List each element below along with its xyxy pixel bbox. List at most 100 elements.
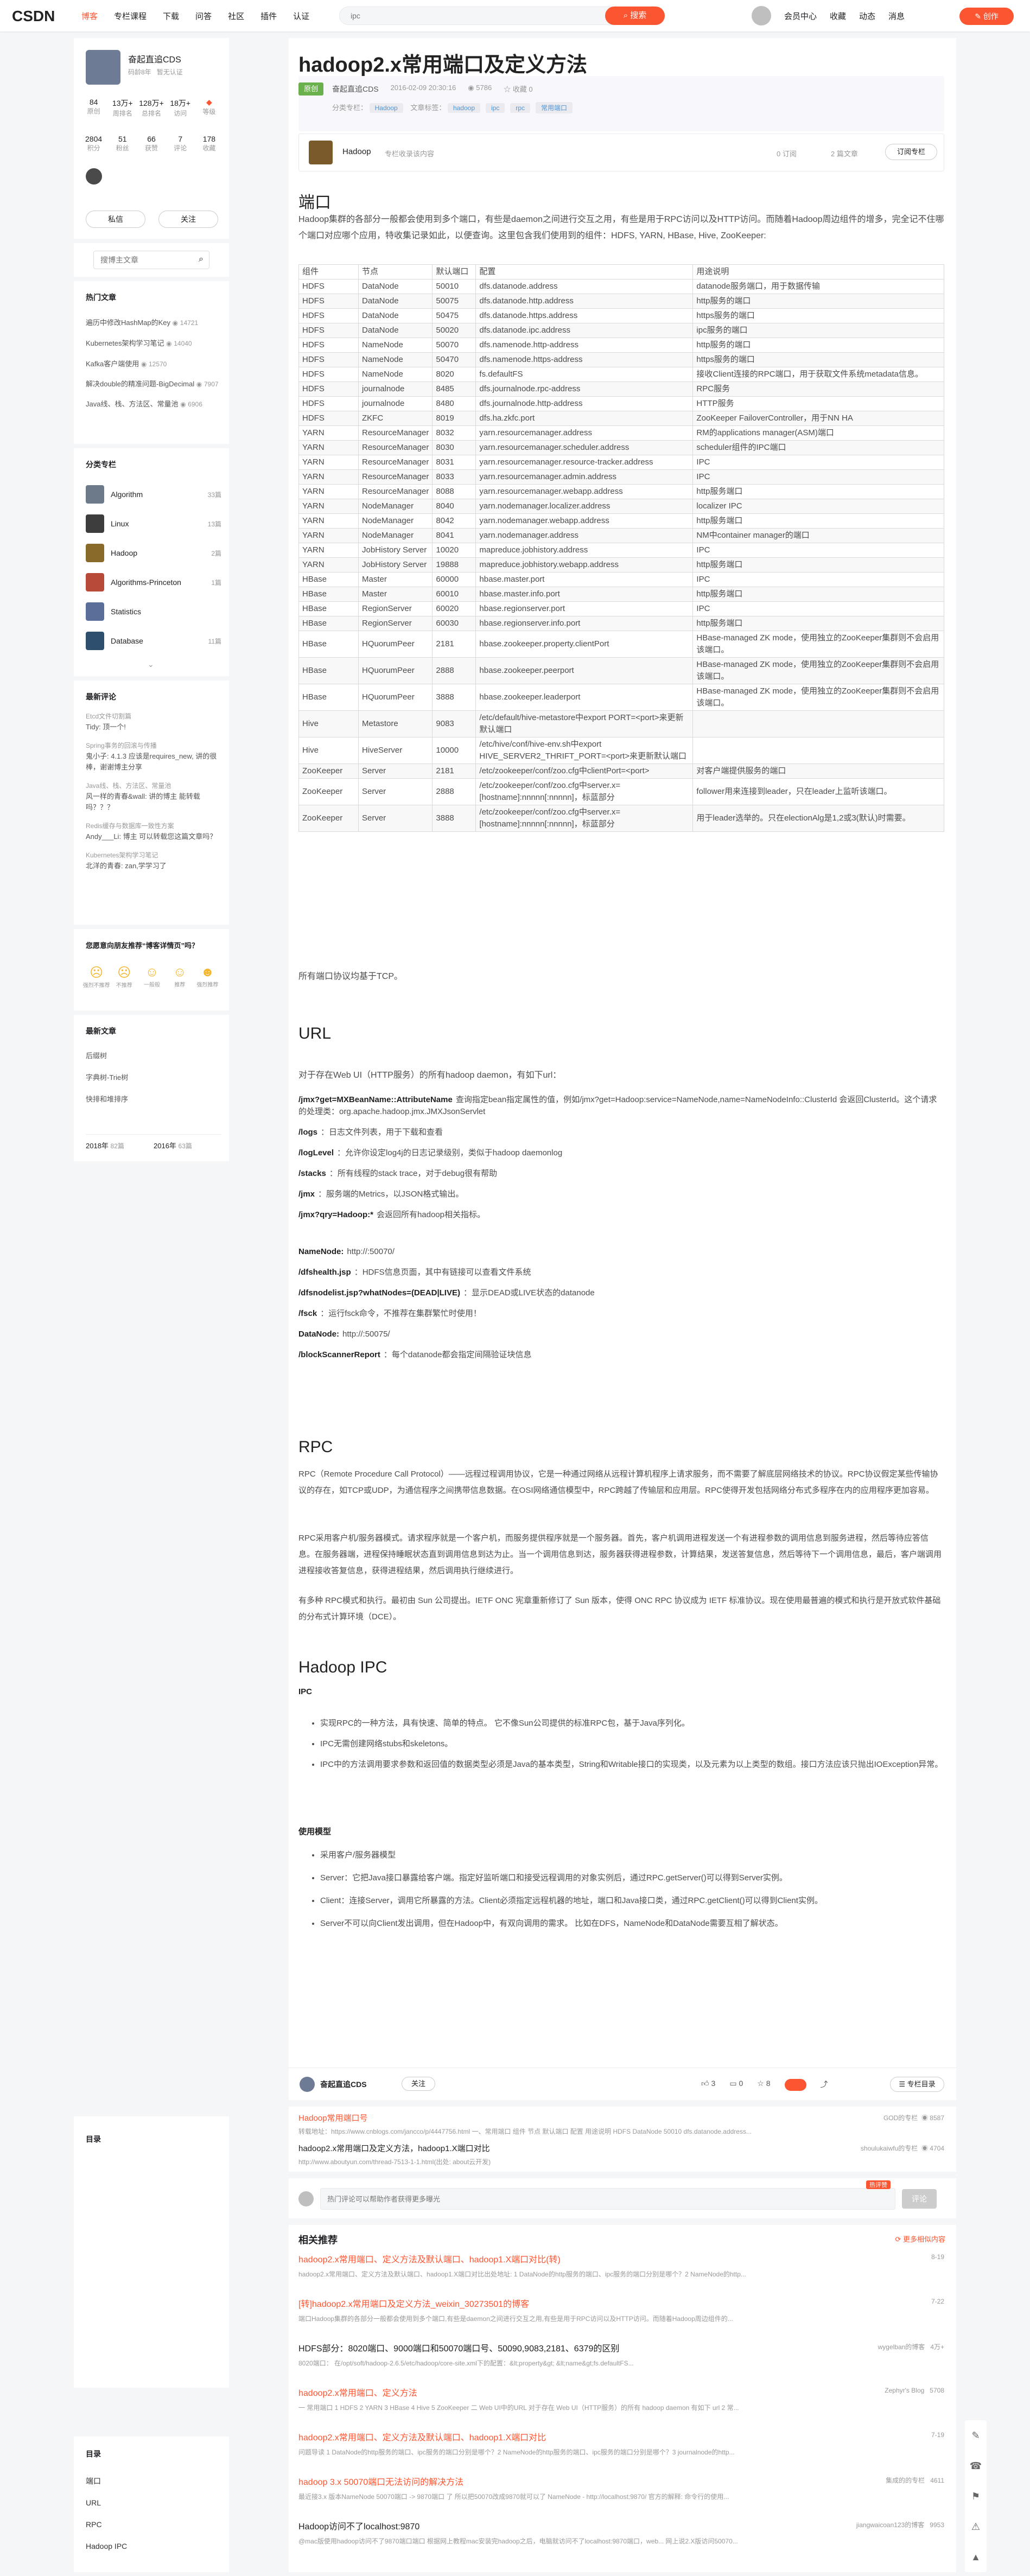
search-icon[interactable]: ⌕ [199,255,204,264]
nav-blog[interactable]: 博客 [81,10,98,22]
survey-option[interactable]: ☹ 强烈不推荐 [82,965,110,989]
category-item[interactable]: Hadoop 2篇 [86,538,221,568]
search-button[interactable]: ⌕ 搜索 [605,7,665,25]
stat[interactable]: 128万+ 总排名 [137,98,166,118]
stat[interactable]: ◆ 等级 [195,98,224,118]
article-tag[interactable]: ipc [486,103,505,113]
list-item[interactable]: hadoop2.x常用端口、定义方法 Zephyr's Blog 5708 一 常用端… [298,2386,944,2430]
comment-item[interactable]: Kubernetes架构学习笔记 北洋的青春: zan,学学习了 [86,850,220,872]
survey-option[interactable]: ☻ 强烈推荐 [194,965,221,989]
table-cell: 接收Client连接的RPC端口，用于获取文件系统metadata信息。 [692,367,944,382]
report-icon[interactable]: ⚠ [965,2511,987,2542]
nav-favorites[interactable]: 收藏 [830,10,846,22]
list-item[interactable]: 解决double的精准问题-BigDecimal ◉ 7907 [86,379,221,390]
reward-button[interactable] [784,2079,806,2091]
favorite-button[interactable]: ☆ 8 [757,2079,770,2091]
user-avatar[interactable] [752,6,771,26]
nav-qa[interactable]: 问答 [195,10,212,22]
column-catalog-button[interactable]: ☰ 专栏目录 [890,2077,944,2092]
nav-activity[interactable]: 动态 [859,10,875,22]
list-item[interactable]: Hadoop访问不了localhost:9870 jiangwaicoan123的… [298,2519,944,2564]
support-icon[interactable]: ☎ [965,2451,987,2481]
list-item[interactable]: Java线、栈、方法区、常量池 ◉ 6906 [86,394,221,415]
list-item[interactable]: Hadoop常用端口号 GOD的专栏 ◉ 8587 转载地址：https://w… [298,2112,944,2136]
toc-item[interactable]: 端口 [86,2470,127,2492]
list-item[interactable]: Kubernetes架构学习笔记 ◉ 14040 [86,333,221,354]
share-icon[interactable]: ⤴ [821,2079,828,2091]
action-follow-button[interactable]: 关注 [402,2077,435,2091]
article-tag[interactable]: 常用端口 [536,102,573,113]
toc-item[interactable]: RPC [86,2514,127,2535]
stat[interactable]: 13万+ 周排名 [108,98,137,118]
comment-item[interactable]: Java线、栈、方法区、常量池 风一样的青春&wall: 讲的博主 能转载吗？？？ [86,780,220,813]
back-to-top-icon[interactable]: ▲ [965,2542,987,2572]
stat[interactable]: 66 获赞 [137,135,166,152]
blog-search-input[interactable] [100,256,187,264]
column-name[interactable]: Hadoop [342,147,371,156]
list-item[interactable]: hadoop2.x常用端口、定义方法及默认端口、hadoop1.X端口对比(转)… [298,2252,944,2297]
nav-certify[interactable]: 认证 [293,10,309,22]
toc-item[interactable]: Hadoop IPC [86,2535,127,2557]
comment-item[interactable]: Spring事务的回滚与传播 鬼小子: 4.1.3 应该是requires_new… [86,740,220,773]
author-avatar[interactable] [86,50,120,85]
nav-community[interactable]: 社区 [228,10,244,22]
stat[interactable]: 2804 积分 [79,135,108,152]
comment-item[interactable]: Etcd文件切割篇 Tidy: 顶一个! [86,711,220,733]
list-item[interactable]: Kafka客户端使用 ◉ 12570 [86,354,221,374]
nav-plugin[interactable]: 插件 [260,10,277,22]
nav-column[interactable]: 专栏课程 [114,10,147,22]
category-item[interactable]: Statistics [86,597,221,626]
list-item[interactable]: hadoop2.x常用端口、定义方法及默认端口、hadoop1.X端口对比 7-1… [298,2430,944,2475]
list-item[interactable]: HDFS部分：8020端口、9000端口和50070端口号、50090,9083… [298,2341,944,2386]
category-item[interactable]: Algorithm 33篇 [86,480,221,509]
survey-option[interactable]: ☹ 不推荐 [110,965,138,989]
csdn-logo[interactable]: CSDN [12,8,55,25]
message-button[interactable]: 私信 [86,211,145,228]
comment-button[interactable]: ▭ 0 [729,2079,743,2091]
list-item[interactable]: 后缀树 [86,1045,128,1067]
category-item[interactable]: Linux 13篇 [86,509,221,538]
edit-icon[interactable]: ✎ [965,2420,987,2451]
archive-year[interactable]: 2016年 63篇 [154,1140,221,1150]
article-author[interactable]: 奋起直追CDS [332,84,379,94]
toc-item[interactable]: URL [86,2492,127,2514]
survey-option[interactable]: ☺ 推荐 [166,965,194,989]
badge-icon[interactable] [86,168,102,185]
category-item[interactable]: Algorithms-Princeton 1篇 [86,568,221,597]
article-tag[interactable]: rpc [510,103,531,113]
list-item[interactable]: 遍历中修改HashMap的Key ◉ 14721 [86,313,221,333]
subscribe-column-button[interactable]: 订阅专栏 [885,144,937,160]
list-item[interactable]: hadoop 3.x 50070端口无法访问的解决方法 集成的的专栏 4611 最近接… [298,2475,944,2519]
nav-download[interactable]: 下载 [163,10,179,22]
archive-year[interactable]: 2018年 82篇 [86,1140,154,1150]
comment-item[interactable]: Redis缓存与数据库一致性方案 Andy___Li: 博主 可以转载您这篇文章吗… [86,820,220,842]
list-item[interactable]: hadoop2.x常用端口及定义方法，hadoop1.X端口对比 shouluk… [298,2142,944,2166]
stat[interactable]: 7 评论 [166,135,195,152]
stat[interactable]: 18万+ 访问 [166,98,195,118]
author-avatar-small[interactable] [300,2077,315,2092]
comment-input[interactable] [320,2188,895,2210]
list-item[interactable]: 快排和堆排序 [86,1089,128,1110]
chevron-down-icon[interactable]: ⌄ [148,660,154,669]
favorite-button[interactable]: ☆ 收藏 0 [504,84,532,94]
like-button[interactable]: 👍︎ 3 [701,2079,715,2091]
more-similar-link[interactable]: ⟳ 更多相似内容 [895,2234,945,2244]
stat[interactable]: 178 收藏 [195,135,224,152]
search-input[interactable] [351,11,611,20]
follow-button[interactable]: 关注 [158,211,218,228]
category-item[interactable]: Database 11篇 [86,626,221,656]
nav-messages[interactable]: 消息 [888,10,905,22]
action-author-name[interactable]: 奋起直追CDS [320,2079,367,2090]
nav-vip[interactable]: 会员中心 [784,10,817,22]
survey-option[interactable]: ☺ 一般般 [138,965,166,989]
create-button[interactable]: ✎ 创作 [959,8,1014,25]
stat[interactable]: 51 粉丝 [108,135,137,152]
category-tag[interactable]: Hadoop [369,103,403,113]
feedback-icon[interactable]: ⚑ [965,2481,987,2511]
article-tag[interactable]: hadoop [447,103,480,113]
author-name[interactable]: 奋起直追CDS [128,52,181,65]
list-item[interactable]: 字典树-Trie树 [86,1067,128,1089]
comment-submit-button[interactable]: 评论 [902,2189,937,2209]
list-item[interactable]: [转]hadoop2.x常用端口及定义方法_weixin_30273501的博客… [298,2297,944,2341]
stat[interactable]: 84 原创 [79,98,108,118]
